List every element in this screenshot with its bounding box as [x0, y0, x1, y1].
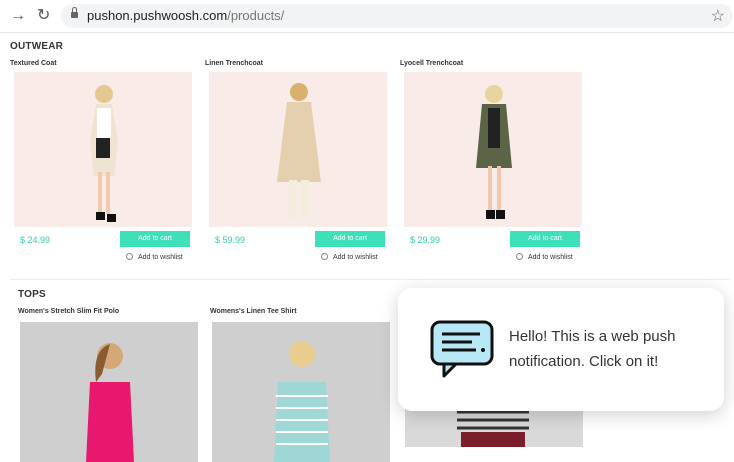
- refresh-icon[interactable]: ↻: [37, 6, 50, 26]
- section-title-tops: TOPS: [18, 289, 46, 300]
- wishlist-checkbox[interactable]: [126, 253, 133, 260]
- notification-text: Hello! This is a web push notification. …: [509, 328, 676, 370]
- section-title-outwear: OUTWEAR: [10, 41, 64, 52]
- product-image[interactable]: [209, 72, 387, 227]
- arrow-right-icon[interactable]: →: [10, 6, 26, 26]
- wishlist-checkbox[interactable]: [516, 253, 523, 260]
- product-name: Linen Trenchcoat: [205, 60, 263, 67]
- address-bar[interactable]: pushon.pushwoosh.com/products/ ☆: [61, 4, 733, 28]
- add-to-wishlist[interactable]: Add to wishlist: [126, 253, 183, 261]
- product-price: $ 59.99: [215, 235, 246, 245]
- chat-message-icon: [430, 320, 494, 378]
- wishlist-checkbox[interactable]: [321, 253, 328, 260]
- add-to-cart-button[interactable]: Add to cart: [120, 231, 190, 247]
- add-to-cart-button[interactable]: Add to cart: [315, 231, 385, 247]
- add-to-cart-button[interactable]: Add to cart: [510, 231, 580, 247]
- product-name: Lyocell Trenchcoat: [400, 60, 464, 67]
- section-divider: [10, 279, 730, 280]
- add-to-wishlist[interactable]: Add to wishlist: [321, 253, 378, 261]
- product-name: Womens's Linen Tee Shirt: [210, 308, 297, 315]
- product-price: $ 24.99: [20, 235, 51, 245]
- lock-icon: [71, 7, 78, 19]
- product-image[interactable]: [14, 72, 192, 227]
- url-text: pushon.pushwoosh.com/products/: [87, 8, 285, 23]
- add-to-wishlist[interactable]: Add to wishlist: [516, 253, 573, 261]
- product-image[interactable]: [404, 72, 582, 227]
- product-name: Textured Coat: [10, 60, 57, 67]
- browser-toolbar: → ↻ pushon.pushwoosh.com/products/ ☆: [0, 0, 734, 33]
- product-price: $ 29.99: [410, 235, 441, 245]
- product-image[interactable]: [20, 322, 198, 462]
- product-name: Women's Stretch Slim Fit Polo: [18, 308, 120, 315]
- star-icon[interactable]: ☆: [711, 6, 725, 26]
- product-image[interactable]: [212, 322, 390, 462]
- push-notification[interactable]: Hello! This is a web push notification. …: [398, 288, 724, 411]
